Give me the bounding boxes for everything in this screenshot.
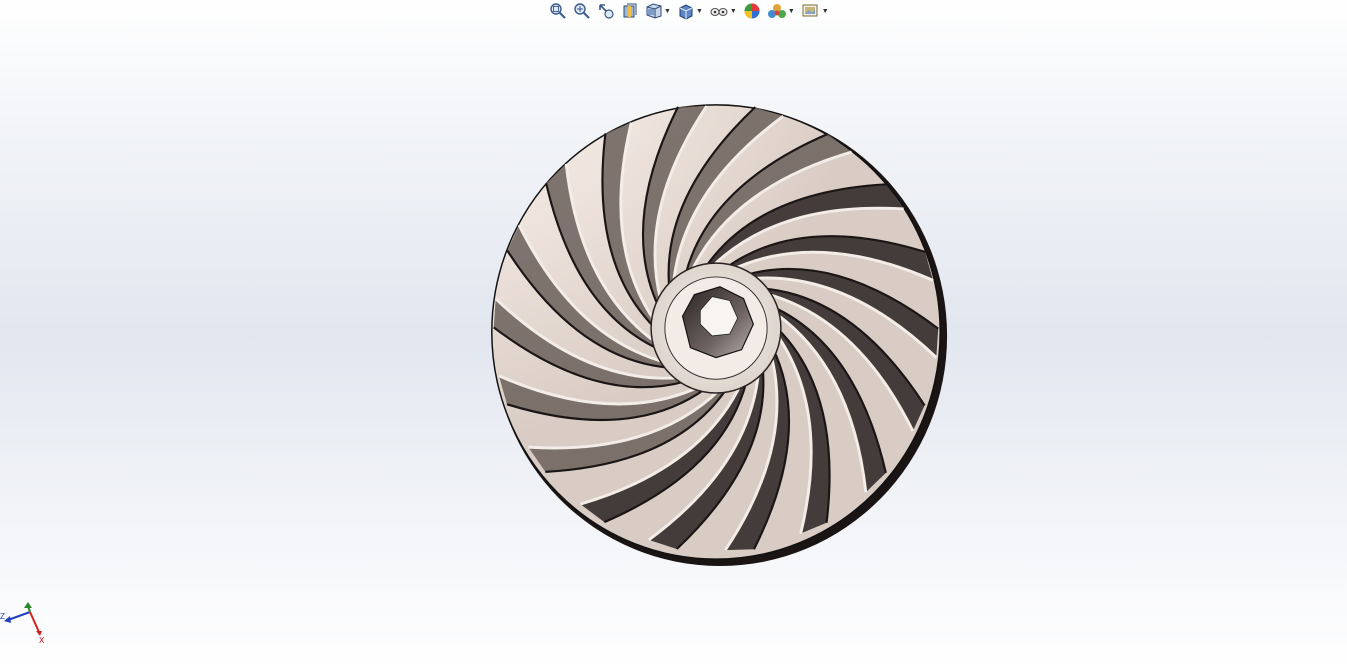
view-orientation-icon — [646, 3, 662, 19]
triad-x-axis — [29, 611, 40, 633]
section-view-button[interactable] — [620, 1, 640, 21]
view-settings-dropdown-caret[interactable]: ▼ — [822, 8, 829, 15]
display-style-dropdown-caret[interactable]: ▼ — [696, 8, 703, 15]
triad-z-axis — [7, 611, 31, 621]
hide-show-items-icon — [710, 7, 728, 17]
triad-x-label: X — [39, 636, 45, 645]
edit-appearance-button[interactable] — [742, 1, 762, 21]
edit-appearance-icon — [744, 3, 760, 19]
section-view-icon — [623, 3, 637, 18]
zoom-to-fit-button[interactable] — [548, 1, 568, 21]
view-settings-icon — [802, 4, 818, 17]
display-style-icon — [679, 4, 693, 20]
triad-y-arrow — [24, 602, 32, 608]
hide-show-items-button[interactable]: ▼ — [708, 1, 738, 21]
view-orientation-button[interactable]: ▼ — [644, 1, 672, 21]
apply-scene-icon — [767, 4, 786, 18]
apply-scene-dropdown-caret[interactable]: ▼ — [788, 8, 795, 15]
triad-z-arrow — [4, 616, 11, 623]
view-settings-button[interactable]: ▼ — [800, 1, 830, 21]
view-orientation-dropdown-caret[interactable]: ▼ — [664, 8, 671, 15]
zoom-to-fit-icon — [550, 3, 566, 19]
graphics-viewport[interactable]: ▼ ▼ ▼ ▼ ▼ X Z — [0, 0, 1347, 668]
zoom-to-area-icon — [574, 3, 590, 19]
impeller-3d-model[interactable] — [480, 94, 952, 570]
triad-z-label: Z — [0, 612, 5, 621]
apply-scene-button[interactable]: ▼ — [766, 1, 796, 21]
previous-view-button[interactable] — [596, 1, 616, 21]
previous-view-icon — [599, 4, 614, 19]
heads-up-view-toolbar: ▼ ▼ ▼ ▼ ▼ — [548, 0, 830, 22]
zoom-to-area-button[interactable] — [572, 1, 592, 21]
hide-show-items-dropdown-caret[interactable]: ▼ — [730, 8, 737, 15]
display-style-button[interactable]: ▼ — [676, 1, 704, 21]
